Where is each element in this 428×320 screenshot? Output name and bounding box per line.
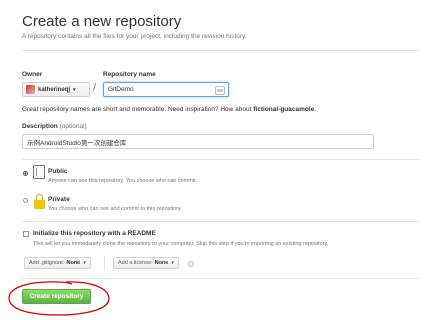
gitignore-select[interactable]: Add .gitignore: None ▾ [24,257,91,269]
name-hint: Great repository names are short and mem… [22,106,316,113]
readme-desc: This will let you immediately clone the … [33,241,329,247]
public-desc: Anyone can see this repository. You choo… [48,178,198,184]
repo-icon [33,165,45,179]
gitignore-value: None [66,260,81,266]
private-title: Private [48,196,70,203]
annotation-circle [8,281,110,316]
public-title: Public [48,168,68,175]
readme-title: Initialize this repository with a README [33,230,156,237]
chevron-down-icon: ▾ [171,260,174,266]
info-icon[interactable]: i [188,261,194,267]
owner-repo-separator: / [93,82,97,94]
owner-select[interactable]: katherineqj ▾ [22,82,90,97]
license-label: Add a license: [118,260,153,266]
divider [104,256,105,270]
repo-name-label: Repository name [103,71,156,78]
chevron-down-icon: ▾ [83,260,86,266]
readme-checkbox[interactable] [23,231,29,237]
private-desc: You choose who can see and commit to thi… [48,206,182,212]
page-subtitle: A repository contains all the files for … [22,33,247,40]
owner-value: katherineqj [38,86,71,93]
divider [22,159,420,160]
owner-label: Owner [22,71,43,78]
public-radio[interactable] [23,171,28,176]
private-radio[interactable] [23,198,28,203]
repo-name-input[interactable]: GitDemo ⌨ [103,82,229,97]
page-title: Create a new repository [22,13,182,30]
name-hint-suffix: . [314,106,317,113]
divider [22,50,420,51]
name-suggestion-link[interactable]: fictional-guacamole [253,106,314,113]
autofill-icon: ⌨ [215,86,225,95]
license-select[interactable]: Add a license: None ▾ [113,257,179,269]
divider [22,221,420,222]
chevron-down-icon: ▾ [73,86,76,93]
license-value: None [154,260,169,266]
gitignore-label: Add .gitignore: [29,260,65,266]
description-label: Description (optional) [22,123,87,130]
repo-name-value: GitDemo [108,86,134,93]
description-label-text: Description [22,123,58,130]
avatar [26,85,35,94]
description-input[interactable]: 示例AndroidStudio第一次创建仓库 [22,134,374,149]
description-optional: (optional) [59,123,87,130]
lock-icon [34,194,45,210]
description-value: 示例AndroidStudio第一次创建仓库 [27,139,127,147]
name-hint-text: Great repository names are short and mem… [22,106,252,113]
